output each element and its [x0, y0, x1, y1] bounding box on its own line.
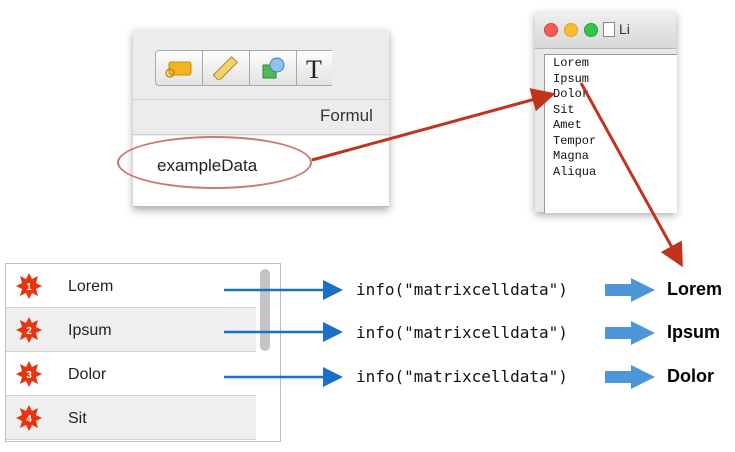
result-value: Dolor [667, 366, 714, 386]
result-value: Ipsum [667, 322, 721, 342]
callout-arrow [311, 88, 556, 162]
result-arrow [605, 321, 655, 345]
callout-arrow [579, 82, 683, 268]
info-call: info("matrixcelldata") [356, 323, 568, 342]
result-value: Lorem [667, 279, 723, 299]
info-call: info("matrixcelldata") [356, 280, 568, 299]
info-call: info("matrixcelldata") [356, 367, 568, 386]
result-arrow [605, 365, 655, 389]
result-arrow [605, 278, 655, 302]
